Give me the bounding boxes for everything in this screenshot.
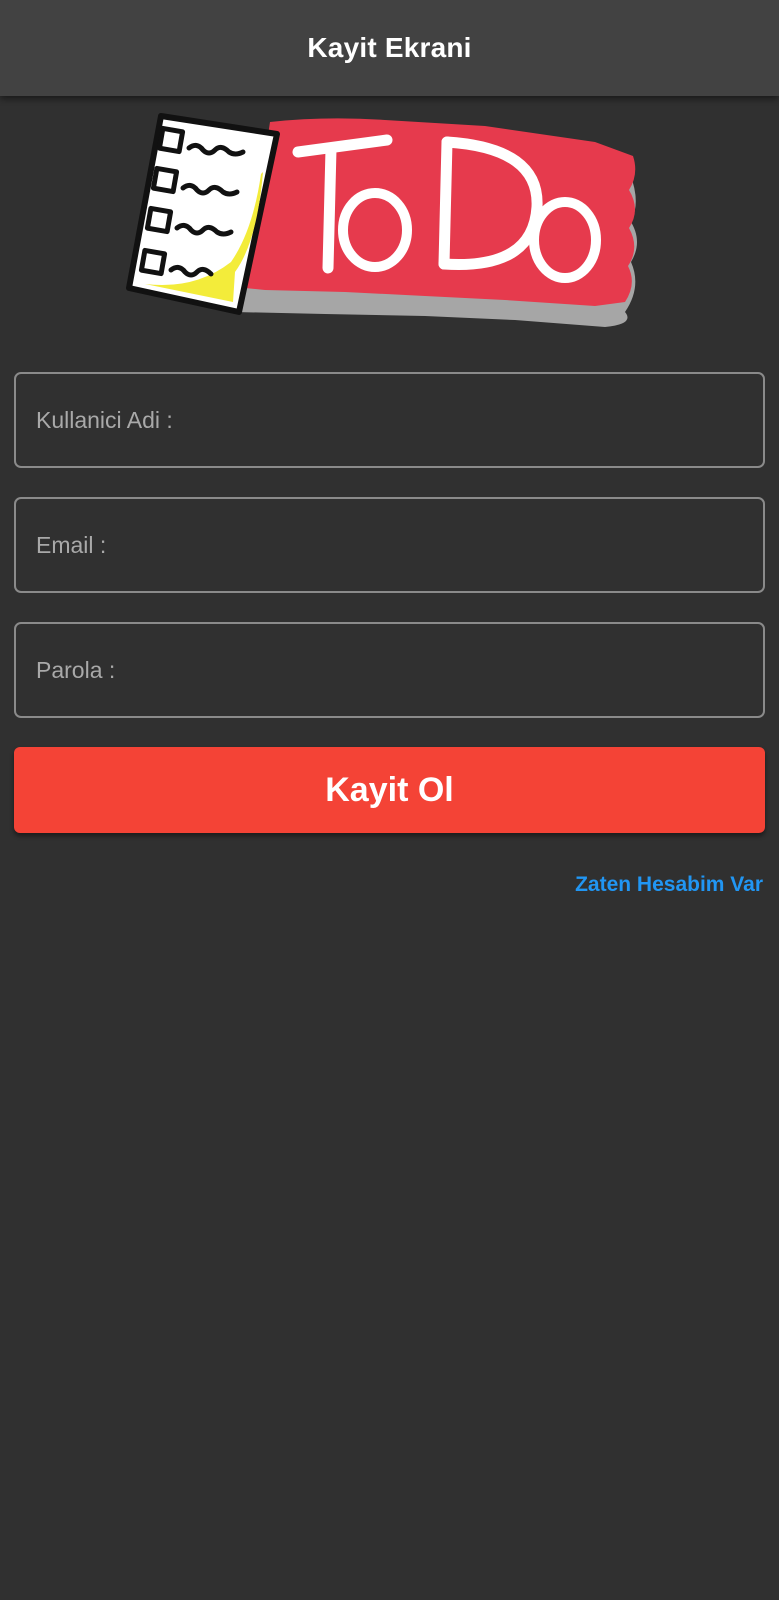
app-bar: Kayit Ekrani <box>0 0 779 96</box>
password-field[interactable] <box>14 622 765 718</box>
page-title: Kayit Ekrani <box>307 32 472 63</box>
already-have-account-link[interactable]: Zaten Hesabim Var <box>575 873 763 897</box>
email-field[interactable] <box>14 497 765 593</box>
username-field[interactable] <box>14 372 765 468</box>
todo-logo <box>126 113 637 327</box>
register-button[interactable]: Kayit Ol <box>14 747 765 833</box>
